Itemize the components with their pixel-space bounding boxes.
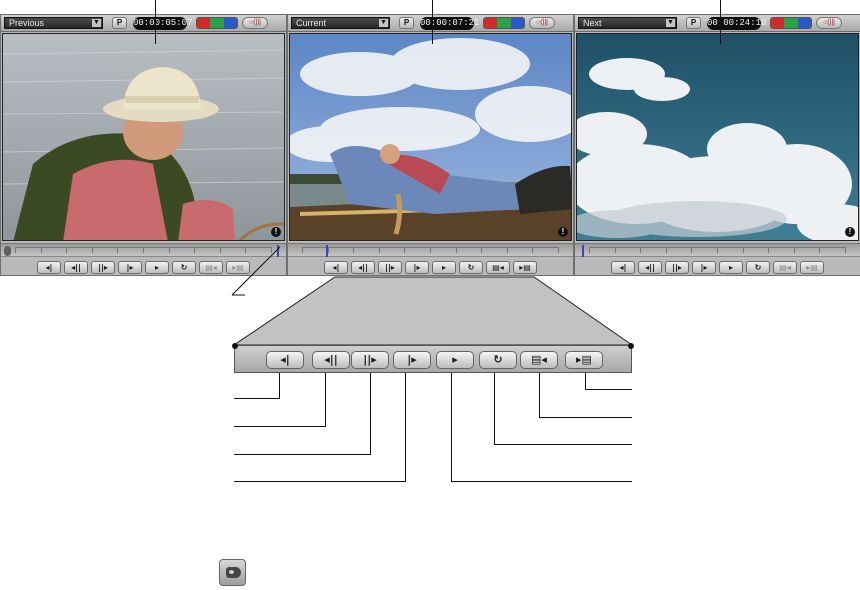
loop-button[interactable]: ↻ bbox=[479, 351, 517, 369]
play-to-end-button[interactable]: |▸ bbox=[393, 351, 431, 369]
mark-out-button[interactable]: ▸▤ bbox=[565, 351, 603, 369]
step-forward-button[interactable]: ||▸ bbox=[351, 351, 389, 369]
camera-icon bbox=[226, 567, 241, 578]
zoom-callout bbox=[231, 246, 634, 346]
step-back-button[interactable]: ◂|| bbox=[312, 351, 350, 369]
play-button[interactable]: ▸ bbox=[436, 351, 474, 369]
viewer-tool-icon[interactable] bbox=[219, 559, 246, 586]
transport-controls-enlarged: ◂| ◂|| ||▸ |▸ ▸ ↻ ▤◂ ▸▤ bbox=[232, 343, 634, 373]
mark-in-button[interactable]: ▤◂ bbox=[520, 351, 558, 369]
go-to-start-button[interactable]: ◂| bbox=[266, 351, 304, 369]
